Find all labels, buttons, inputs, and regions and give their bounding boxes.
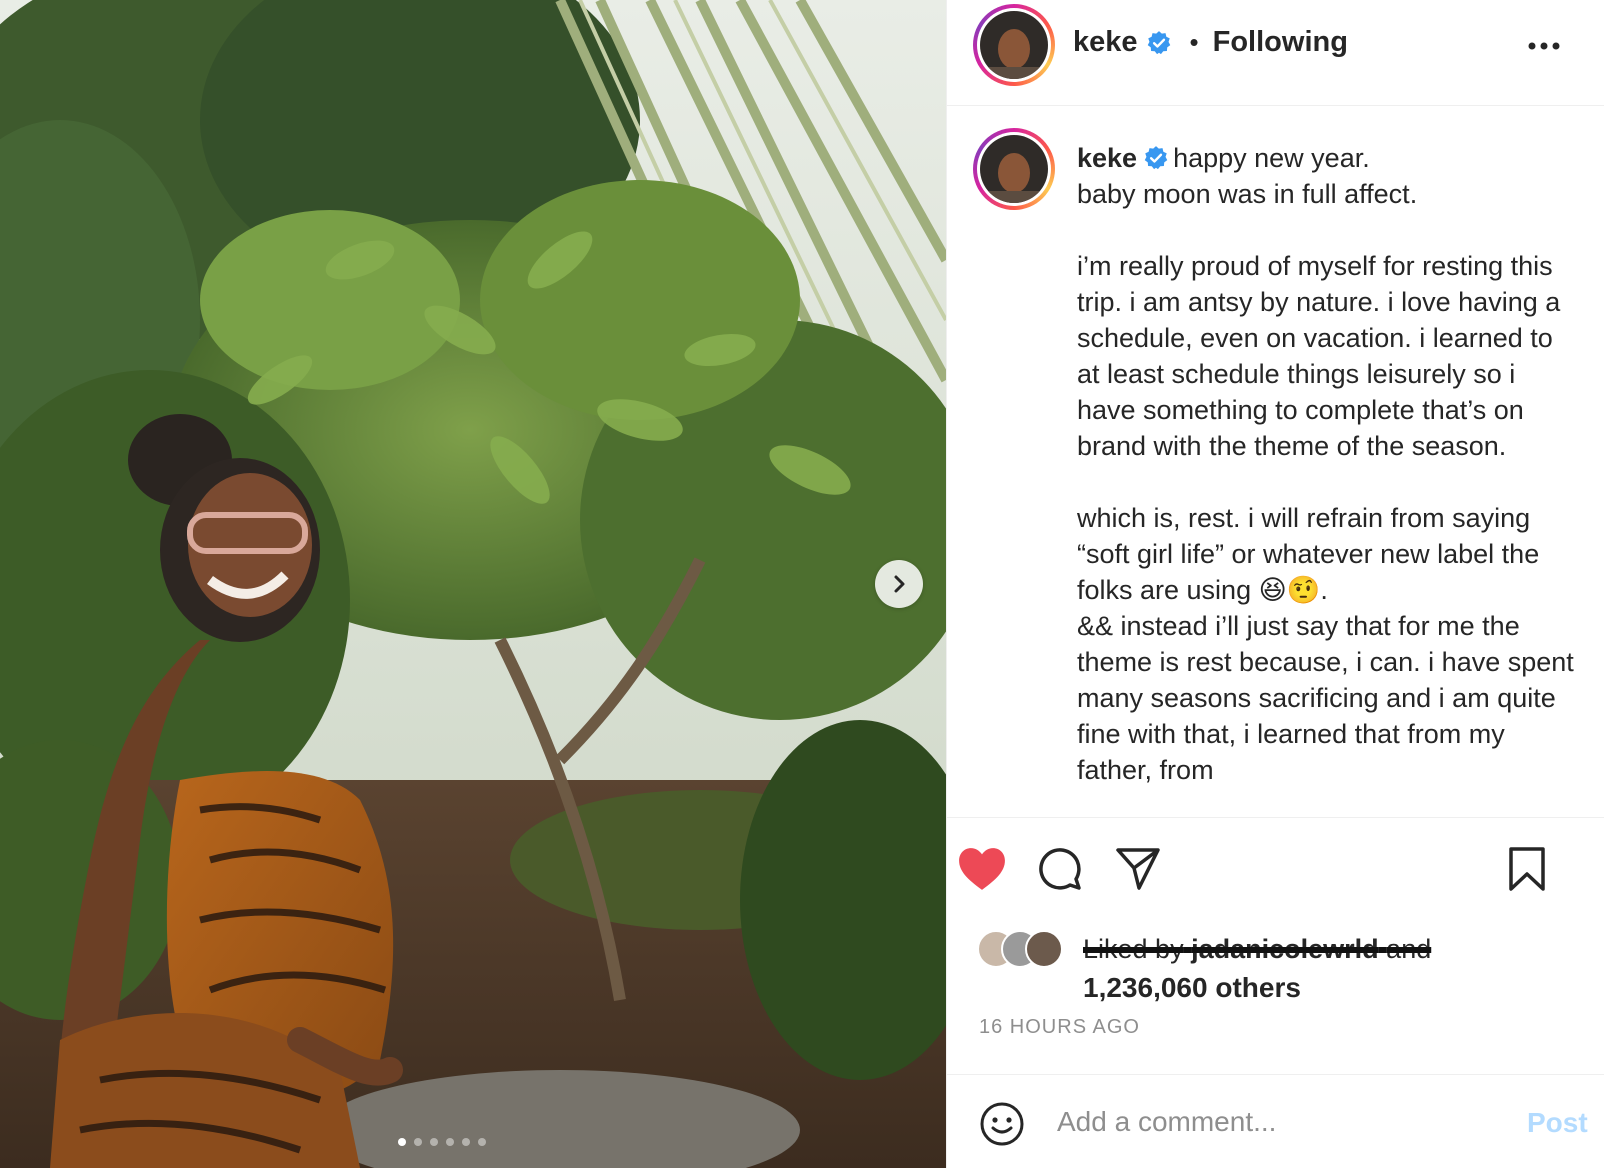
- more-options-icon: [1528, 42, 1560, 50]
- carousel-dot: [462, 1138, 470, 1146]
- post-caption: keke happy new year. baby moon was in ful…: [1077, 140, 1577, 788]
- comment-bar: Post: [947, 1074, 1604, 1168]
- save-button[interactable]: [1507, 846, 1547, 897]
- emoji-button[interactable]: [979, 1101, 1025, 1152]
- carousel-dot: [478, 1138, 486, 1146]
- post-sidebar: keke • Following keke happy new year. ba…: [946, 0, 1604, 1168]
- post-photo[interactable]: [0, 0, 946, 1168]
- emoji-icon: [980, 1102, 1024, 1146]
- bookmark-icon: [1509, 847, 1545, 891]
- carousel-next-button[interactable]: [875, 560, 923, 608]
- liker-avatars[interactable]: [977, 928, 1067, 968]
- more-options-button[interactable]: [1527, 38, 1561, 56]
- share-button[interactable]: [1115, 846, 1161, 897]
- carousel-dot: [414, 1138, 422, 1146]
- post-actions: [947, 818, 1604, 918]
- chevron-right-icon: [894, 575, 905, 593]
- liked-by-text[interactable]: Liked by jadanicolewrld and: [1083, 934, 1431, 965]
- caption-text: happy new year. baby moon was in full af…: [1077, 143, 1574, 785]
- share-icon: [1116, 848, 1160, 890]
- heart-icon: [959, 848, 1005, 890]
- like-button[interactable]: [957, 846, 1007, 897]
- post-header: keke • Following: [947, 0, 1604, 106]
- comment-button[interactable]: [1037, 846, 1083, 897]
- likes-summary: Liked by jadanicolewrld and 1,236,060 ot…: [977, 928, 1577, 1008]
- carousel-dot: [430, 1138, 438, 1146]
- verified-badge-icon: [1147, 30, 1170, 54]
- comment-icon: [1039, 848, 1081, 890]
- post-timestamp[interactable]: 16 HOURS AGO: [979, 1016, 1140, 1039]
- post-image: [0, 0, 946, 1168]
- caption-username[interactable]: keke: [1077, 143, 1137, 173]
- carousel-indicator: [398, 1138, 486, 1146]
- following-button[interactable]: Following: [1213, 26, 1348, 59]
- header-avatar[interactable]: [973, 4, 1055, 86]
- carousel-dot: [446, 1138, 454, 1146]
- likes-count[interactable]: 1,236,060 others: [1083, 972, 1301, 1004]
- caption-scroll-area[interactable]: keke happy new year. baby moon was in ful…: [947, 106, 1604, 818]
- header-username[interactable]: keke: [1073, 26, 1138, 59]
- carousel-dot: [398, 1138, 406, 1146]
- header-separator: •: [1189, 27, 1199, 57]
- verified-badge-icon: [1144, 146, 1168, 170]
- caption-avatar[interactable]: [973, 128, 1055, 210]
- comment-input[interactable]: [1057, 1097, 1497, 1147]
- post-comment-button[interactable]: Post: [1527, 1107, 1588, 1139]
